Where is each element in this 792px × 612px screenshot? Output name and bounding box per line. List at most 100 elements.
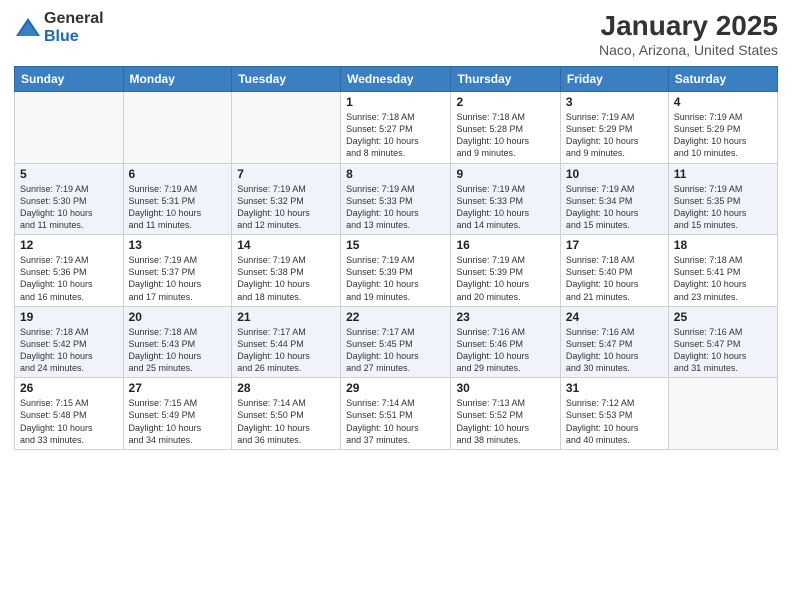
- day-number: 27: [129, 381, 227, 395]
- day-number: 16: [456, 238, 554, 252]
- day-number: 7: [237, 167, 335, 181]
- calendar-cell: 10 Sunrise: 7:19 AM Sunset: 5:34 PM Dayli…: [560, 163, 668, 235]
- calendar-body: 1Sunrise: 7:18 AM Sunset: 5:27 PM Daylig…: [15, 92, 778, 450]
- day-number: 10: [566, 167, 663, 181]
- weekday-header-wednesday: Wednesday: [341, 67, 451, 92]
- calendar-cell: 15 Sunrise: 7:19 AM Sunset: 5:39 PM Dayli…: [341, 235, 451, 307]
- calendar-cell: 11 Sunrise: 7:19 AM Sunset: 5:35 PM Dayli…: [668, 163, 777, 235]
- day-number: 3: [566, 95, 663, 109]
- calendar-title: January 2025: [599, 10, 778, 42]
- calendar-cell: 30 Sunrise: 7:13 AM Sunset: 5:52 PM Dayli…: [451, 378, 560, 450]
- day-number: 17: [566, 238, 663, 252]
- calendar-cell: 28 Sunrise: 7:14 AM Sunset: 5:50 PM Dayli…: [232, 378, 341, 450]
- day-info: Sunrise: 7:18 AM Sunset: 5:42 PM Dayligh…: [20, 326, 118, 375]
- day-info: Sunrise: 7:18 AM Sunset: 5:27 PM Dayligh…: [346, 111, 445, 160]
- day-info: Sunrise: 7:19 AM Sunset: 5:37 PM Dayligh…: [129, 254, 227, 303]
- day-number: 6: [129, 167, 227, 181]
- day-info: Sunrise: 7:12 AM Sunset: 5:53 PM Dayligh…: [566, 397, 663, 446]
- calendar-cell: 1Sunrise: 7:18 AM Sunset: 5:27 PM Daylig…: [341, 92, 451, 164]
- calendar-cell: 25Sunrise: 7:16 AM Sunset: 5:47 PM Dayli…: [668, 306, 777, 378]
- calendar-cell: [668, 378, 777, 450]
- week-row-3: 12 Sunrise: 7:19 AM Sunset: 5:36 PM Dayli…: [15, 235, 778, 307]
- calendar-cell: 18 Sunrise: 7:18 AM Sunset: 5:41 PM Dayli…: [668, 235, 777, 307]
- calendar-cell: 19 Sunrise: 7:18 AM Sunset: 5:42 PM Dayli…: [15, 306, 124, 378]
- page: General Blue January 2025 Naco, Arizona,…: [0, 0, 792, 612]
- calendar-cell: [123, 92, 232, 164]
- day-info: Sunrise: 7:13 AM Sunset: 5:52 PM Dayligh…: [456, 397, 554, 446]
- day-info: Sunrise: 7:17 AM Sunset: 5:45 PM Dayligh…: [346, 326, 445, 375]
- day-number: 21: [237, 310, 335, 324]
- day-number: 30: [456, 381, 554, 395]
- calendar-cell: 24 Sunrise: 7:16 AM Sunset: 5:47 PM Dayli…: [560, 306, 668, 378]
- calendar-cell: 9Sunrise: 7:19 AM Sunset: 5:33 PM Daylig…: [451, 163, 560, 235]
- week-row-2: 5Sunrise: 7:19 AM Sunset: 5:30 PM Daylig…: [15, 163, 778, 235]
- day-number: 12: [20, 238, 118, 252]
- header: General Blue January 2025 Naco, Arizona,…: [14, 10, 778, 58]
- day-info: Sunrise: 7:19 AM Sunset: 5:39 PM Dayligh…: [346, 254, 445, 303]
- weekday-header-thursday: Thursday: [451, 67, 560, 92]
- day-number: 24: [566, 310, 663, 324]
- day-number: 20: [129, 310, 227, 324]
- calendar-cell: 31 Sunrise: 7:12 AM Sunset: 5:53 PM Dayli…: [560, 378, 668, 450]
- day-info: Sunrise: 7:19 AM Sunset: 5:35 PM Dayligh…: [674, 183, 772, 232]
- calendar-cell: 12 Sunrise: 7:19 AM Sunset: 5:36 PM Dayli…: [15, 235, 124, 307]
- calendar-cell: 17 Sunrise: 7:18 AM Sunset: 5:40 PM Dayli…: [560, 235, 668, 307]
- day-number: 29: [346, 381, 445, 395]
- day-number: 22: [346, 310, 445, 324]
- day-info: Sunrise: 7:19 AM Sunset: 5:34 PM Dayligh…: [566, 183, 663, 232]
- calendar-cell: 27 Sunrise: 7:15 AM Sunset: 5:49 PM Dayli…: [123, 378, 232, 450]
- day-info: Sunrise: 7:19 AM Sunset: 5:36 PM Dayligh…: [20, 254, 118, 303]
- day-info: Sunrise: 7:19 AM Sunset: 5:30 PM Dayligh…: [20, 183, 118, 232]
- day-info: Sunrise: 7:14 AM Sunset: 5:50 PM Dayligh…: [237, 397, 335, 446]
- day-info: Sunrise: 7:15 AM Sunset: 5:48 PM Dayligh…: [20, 397, 118, 446]
- weekday-header-saturday: Saturday: [668, 67, 777, 92]
- calendar-cell: 8Sunrise: 7:19 AM Sunset: 5:33 PM Daylig…: [341, 163, 451, 235]
- calendar-cell: 16 Sunrise: 7:19 AM Sunset: 5:39 PM Dayli…: [451, 235, 560, 307]
- calendar-cell: 14 Sunrise: 7:19 AM Sunset: 5:38 PM Dayli…: [232, 235, 341, 307]
- day-info: Sunrise: 7:18 AM Sunset: 5:41 PM Dayligh…: [674, 254, 772, 303]
- day-info: Sunrise: 7:18 AM Sunset: 5:40 PM Dayligh…: [566, 254, 663, 303]
- calendar-cell: 29Sunrise: 7:14 AM Sunset: 5:51 PM Dayli…: [341, 378, 451, 450]
- calendar-cell: 7Sunrise: 7:19 AM Sunset: 5:32 PM Daylig…: [232, 163, 341, 235]
- weekday-header-friday: Friday: [560, 67, 668, 92]
- calendar-cell: 6 Sunrise: 7:19 AM Sunset: 5:31 PM Daylig…: [123, 163, 232, 235]
- day-number: 23: [456, 310, 554, 324]
- day-number: 19: [20, 310, 118, 324]
- day-info: Sunrise: 7:15 AM Sunset: 5:49 PM Dayligh…: [129, 397, 227, 446]
- day-info: Sunrise: 7:19 AM Sunset: 5:38 PM Dayligh…: [237, 254, 335, 303]
- day-info: Sunrise: 7:19 AM Sunset: 5:31 PM Dayligh…: [129, 183, 227, 232]
- day-info: Sunrise: 7:18 AM Sunset: 5:28 PM Dayligh…: [456, 111, 554, 160]
- week-row-4: 19 Sunrise: 7:18 AM Sunset: 5:42 PM Dayli…: [15, 306, 778, 378]
- day-info: Sunrise: 7:19 AM Sunset: 5:29 PM Dayligh…: [566, 111, 663, 160]
- calendar-cell: 4 Sunrise: 7:19 AM Sunset: 5:29 PM Daylig…: [668, 92, 777, 164]
- day-info: Sunrise: 7:19 AM Sunset: 5:39 PM Dayligh…: [456, 254, 554, 303]
- day-info: Sunrise: 7:19 AM Sunset: 5:33 PM Dayligh…: [346, 183, 445, 232]
- logo-blue-label: Blue: [44, 28, 104, 46]
- logo-icon: [14, 14, 42, 42]
- day-number: 14: [237, 238, 335, 252]
- day-number: 11: [674, 167, 772, 181]
- day-info: Sunrise: 7:18 AM Sunset: 5:43 PM Dayligh…: [129, 326, 227, 375]
- day-number: 26: [20, 381, 118, 395]
- calendar-cell: [232, 92, 341, 164]
- week-row-1: 1Sunrise: 7:18 AM Sunset: 5:27 PM Daylig…: [15, 92, 778, 164]
- title-block: January 2025 Naco, Arizona, United State…: [599, 10, 778, 58]
- day-number: 13: [129, 238, 227, 252]
- calendar-cell: 22 Sunrise: 7:17 AM Sunset: 5:45 PM Dayli…: [341, 306, 451, 378]
- day-number: 18: [674, 238, 772, 252]
- calendar-cell: 3 Sunrise: 7:19 AM Sunset: 5:29 PM Daylig…: [560, 92, 668, 164]
- day-info: Sunrise: 7:17 AM Sunset: 5:44 PM Dayligh…: [237, 326, 335, 375]
- day-info: Sunrise: 7:16 AM Sunset: 5:47 PM Dayligh…: [566, 326, 663, 375]
- weekday-header-sunday: Sunday: [15, 67, 124, 92]
- day-number: 15: [346, 238, 445, 252]
- calendar-cell: [15, 92, 124, 164]
- day-number: 31: [566, 381, 663, 395]
- day-number: 28: [237, 381, 335, 395]
- calendar-header: SundayMondayTuesdayWednesdayThursdayFrid…: [15, 67, 778, 92]
- day-number: 2: [456, 95, 554, 109]
- calendar-cell: 20 Sunrise: 7:18 AM Sunset: 5:43 PM Dayli…: [123, 306, 232, 378]
- day-info: Sunrise: 7:19 AM Sunset: 5:29 PM Dayligh…: [674, 111, 772, 160]
- calendar-cell: 2 Sunrise: 7:18 AM Sunset: 5:28 PM Daylig…: [451, 92, 560, 164]
- day-number: 4: [674, 95, 772, 109]
- calendar-cell: 26 Sunrise: 7:15 AM Sunset: 5:48 PM Dayli…: [15, 378, 124, 450]
